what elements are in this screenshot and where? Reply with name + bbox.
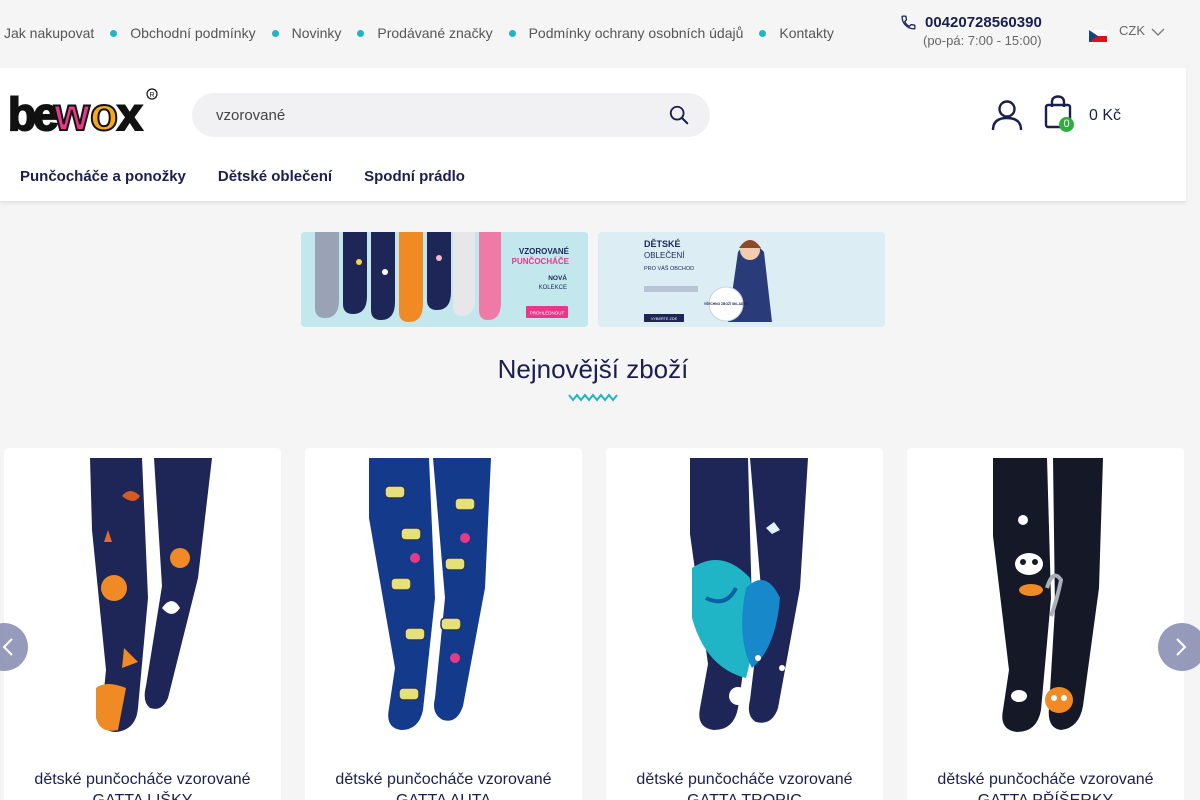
currency-label: CZK [1119,22,1145,38]
search-bar [192,93,710,137]
chevron-right-icon [1176,638,1187,656]
link-kontakty[interactable]: Kontakty [779,25,833,41]
chevron-down-icon [1151,28,1165,36]
banner1-title: VZOROVANÉ [519,247,570,256]
svg-text:x: x [117,88,143,138]
banner-image: VZOROVANÉ PUNČOCHÁČE NOVÁ KOLEKCE PROHLÉ… [301,232,588,327]
banner-image: DĚTSKÉ OBLEČENÍ PRO VÁŠ OBCHOD VYBERTE Z… [598,232,885,327]
link-obchodni-podminky[interactable]: Obchodní podmínky [130,25,255,41]
bullet-icon [357,29,365,37]
product-image[interactable] [606,458,883,738]
header: be w o x R 0 0 Kč Punčocháče a ponožky D… [0,68,1186,202]
product-name[interactable]: dětské punčocháče vzorované GATTA AUTA [315,769,572,800]
product-name[interactable]: dětské punčocháče vzorované GATTA PŘÍŠER… [917,769,1174,800]
contact-block: 00420728560390 (po-pá: 7:00 - 15:00) [900,14,1042,48]
search-input[interactable] [216,105,636,125]
currency-switcher[interactable]: CZK [1089,18,1165,42]
product-card[interactable]: dětské punčocháče vzorované GATTA LIŠKY [4,448,281,800]
search-icon[interactable] [668,104,690,126]
nav-item-puncochace[interactable]: Punčocháče a ponožky [20,168,186,185]
banner2-sub: PRO VÁŠ OBCHOD [644,265,694,272]
banner1-title2: PUNČOCHÁČE [512,257,570,266]
banner2-badge: VŠECHNO ZBOŽÍ SKLADEM [704,301,749,306]
banner1-sub2: KOLEKCE [539,285,567,291]
czech-flag-icon [1089,30,1107,42]
bewox-logo[interactable]: be w o x R [4,86,160,138]
bullet-icon [759,29,767,37]
product-image[interactable] [4,458,281,738]
banner2-cta: VYBERTE ZDE [651,317,678,321]
banner2-title: DĚTSKÉ [644,238,681,249]
link-novinky[interactable]: Novinky [292,25,342,41]
opening-hours: (po-pá: 7:00 - 15:00) [923,33,1042,48]
phone-number[interactable]: 00420728560390 [925,14,1042,31]
product-name[interactable]: dětské punčocháče vzorované GATTA TROPIC [616,769,873,800]
bullet-icon [110,29,118,37]
phone-icon [901,15,916,30]
product-image[interactable] [305,458,582,738]
svg-text:be: be [8,88,58,138]
svg-text:o: o [90,88,118,138]
bullet-icon [271,29,279,37]
main-nav: Punčocháče a ponožky Dětské oblečení Spo… [20,168,497,185]
cart-total[interactable]: 0 Kč [1089,107,1121,125]
banner-detske-obleceni[interactable]: DĚTSKÉ OBLEČENÍ PRO VÁŠ OBCHOD VYBERTE Z… [598,232,885,327]
banner1-cta: PROHLÉDNOUT [530,310,565,316]
cart-count-badge: 0 [1059,117,1074,132]
banner-vzorovane-puncochace[interactable]: VZOROVANÉ PUNČOCHÁČE NOVÁ KOLEKCE PROHLÉ… [301,232,588,327]
product-card[interactable]: dětské punčocháče vzorované GATTA PŘÍŠER… [907,448,1184,800]
svg-text:w: w [53,88,90,138]
nav-item-detske-obleceni[interactable]: Dětské oblečení [218,168,332,185]
carousel-next-button[interactable] [1158,623,1200,671]
top-links: Jak nakupovat Obchodní podmínky Novinky … [4,25,834,41]
nav-item-spodni-pradlo[interactable]: Spodní prádlo [364,168,465,185]
chevron-left-icon [2,638,13,656]
user-account-icon[interactable] [990,99,1024,131]
top-bar: Jak nakupovat Obchodní podmínky Novinky … [0,0,1200,68]
link-jak-nakupovat[interactable]: Jak nakupovat [4,25,94,41]
link-ochrana-udaju[interactable]: Podmínky ochrany osobních údajů [529,25,744,41]
section-title: Nejnovější zboží [497,354,689,384]
wave-divider-icon [568,393,618,402]
banner1-sub: NOVÁ [548,273,567,282]
product-name[interactable]: dětské punčocháče vzorované GATTA LIŠKY [14,769,271,800]
svg-text:R: R [150,92,155,99]
product-card[interactable]: dětské punčocháče vzorované GATTA TROPIC [606,448,883,800]
banner2-title2: OBLEČENÍ [644,251,685,260]
product-image[interactable] [907,458,1184,738]
product-card[interactable]: dětské punčocháče vzorované GATTA AUTA [305,448,582,800]
bullet-icon [508,29,516,37]
link-prodavane-znacky[interactable]: Prodávané značky [377,25,492,41]
